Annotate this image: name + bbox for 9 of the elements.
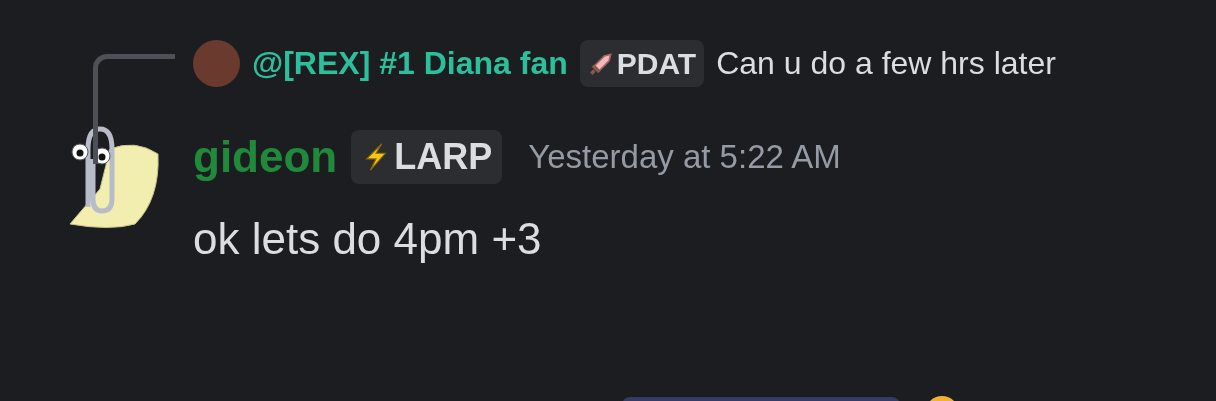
timestamp: Yesterday at 5:22 AM [528,138,841,177]
avatar-placeholder[interactable] [193,40,240,88]
role-tag[interactable]: PDAT [579,40,705,88]
message-text: ok lets do 4pm +3 [193,213,543,266]
role-tag[interactable]: LARP [351,130,503,185]
reply-author-name[interactable]: @[REX] #1 Diana fan [252,45,568,82]
sword-icon [587,50,614,77]
reply-text[interactable]: Can u do a few hrs later [716,45,1056,82]
author-name[interactable]: gideon [193,132,338,183]
